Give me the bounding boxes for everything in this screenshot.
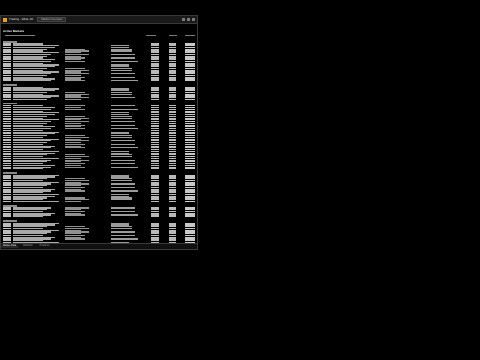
close-icon[interactable] (192, 18, 195, 21)
table-cell (151, 200, 159, 203)
table-row[interactable] (1, 216, 197, 218)
table-cell (13, 168, 43, 170)
table-row[interactable] (1, 168, 197, 170)
table-cell (185, 200, 195, 203)
table-cell (13, 80, 51, 82)
tab-market-overview[interactable]: Market Overview (37, 16, 67, 23)
table-row[interactable] (1, 200, 197, 203)
section-header: Active Markets (3, 29, 25, 33)
table-cell (13, 200, 59, 203)
footer-tab[interactable]: Market Data (1, 244, 19, 248)
column-header[interactable] (185, 35, 195, 37)
table-cell (185, 98, 195, 101)
table-cell (13, 248, 59, 249)
table-cell (13, 98, 47, 101)
app-window: Trading - Wide 1D Market Overview Active… (0, 15, 198, 250)
table-cell (3, 216, 11, 218)
table-cell (3, 98, 11, 101)
table-row[interactable] (1, 98, 197, 101)
table-cell (3, 248, 11, 249)
table-cell (185, 80, 195, 82)
minimize-icon[interactable] (182, 18, 185, 21)
table-cell (169, 80, 176, 82)
maximize-icon[interactable] (187, 18, 190, 21)
column-header[interactable] (146, 35, 156, 37)
window-controls (182, 18, 197, 21)
table-cell (185, 216, 195, 218)
table-cell (151, 168, 159, 170)
table-cell (169, 168, 176, 170)
column-header[interactable] (169, 35, 177, 37)
table-cell (169, 200, 176, 203)
app-logo-icon (3, 17, 7, 22)
column-header[interactable] (5, 35, 13, 37)
table-cell (3, 168, 11, 170)
footer-tab[interactable]: Positions (38, 244, 52, 248)
table-cell (13, 216, 43, 218)
column-headers (1, 35, 197, 39)
title-bar: Trading - Wide 1D Market Overview (1, 16, 197, 24)
table-cell (65, 80, 85, 82)
table-cell (169, 248, 176, 249)
table-cell (65, 200, 81, 203)
table-cell (3, 80, 11, 82)
table-cell (151, 248, 159, 249)
table-cell (169, 216, 176, 218)
table-cell (65, 248, 81, 249)
table-cell (185, 168, 195, 170)
table-cell (151, 80, 159, 82)
table-cell (111, 80, 138, 82)
footer-tab[interactable]: Watchlist (21, 244, 35, 248)
window-title: Trading - Wide 1D (9, 16, 34, 21)
table-cell (169, 98, 176, 101)
table-cell (185, 248, 195, 249)
market-table[interactable] (1, 41, 197, 249)
toolbar (1, 24, 197, 29)
column-header[interactable] (13, 35, 35, 37)
table-cell (151, 98, 159, 101)
table-cell (151, 216, 159, 218)
status-bar: Market Data Watchlist Positions (1, 243, 197, 249)
table-cell (3, 200, 11, 203)
table-cell (65, 98, 81, 101)
table-row[interactable] (1, 80, 197, 82)
